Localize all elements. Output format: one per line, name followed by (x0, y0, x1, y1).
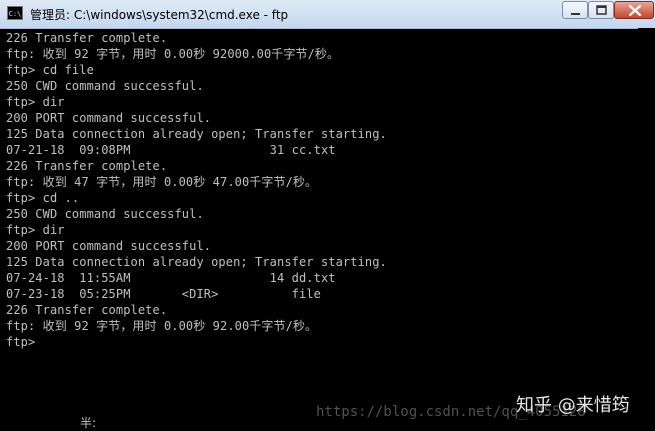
console-line: 200 PORT command successful. (6, 111, 212, 125)
console-line: 07-21-18 09:08PM 31 cc.txt (6, 143, 336, 157)
console-line: 200 PORT command successful. (6, 239, 212, 253)
close-icon (628, 4, 642, 17)
console-line: ftp> cd .. (6, 191, 80, 205)
console-line: 250 CWD command successful. (6, 207, 204, 221)
console-line: ftp: 收到 47 字节，用时 0.00秒 47.00千字节/秒。 (6, 175, 318, 189)
console-line: 250 CWD command successful. (6, 79, 204, 93)
console-line: ftp> dir (6, 95, 65, 109)
window-title: 管理员: C:\windows\system32\cmd.exe - ftp (30, 8, 289, 22)
cmd-icon[interactable]: C:\ (7, 6, 23, 20)
console-line: ftp: 收到 92 字节，用时 0.00秒 92000.00千字节/秒。 (6, 47, 340, 61)
ime-status: 半: (80, 416, 97, 430)
console-line: ftp: 收到 92 字节，用时 0.00秒 92.00千字节/秒。 (6, 319, 318, 333)
console-line: 226 Transfer complete. (6, 303, 168, 317)
cmd-window: C:\ 管理员: C:\windows\system32\cmd.exe - f… (0, 0, 655, 431)
minimize-button[interactable] (562, 1, 588, 19)
maximize-icon (596, 5, 607, 15)
watermark-brand: 知乎 @来惜筠 (516, 395, 630, 416)
console-line: ftp> dir (6, 223, 65, 237)
console-line: 226 Transfer complete. (6, 31, 168, 45)
console-line: 07-23-18 05:25PM <DIR> file (6, 287, 321, 301)
console-line: 226 Transfer complete. (6, 159, 168, 173)
console-line: 07-24-18 11:55AM 14 dd.txt (6, 271, 336, 285)
minimize-icon (571, 13, 580, 15)
console-line: 125 Data connection already open; Transf… (6, 127, 387, 141)
maximize-button[interactable] (588, 1, 614, 19)
console-output[interactable]: 226 Transfer complete. ftp: 收到 92 字节，用时 … (0, 28, 638, 431)
console-prompt: ftp> (6, 335, 36, 349)
title-bar[interactable]: C:\ 管理员: C:\windows\system32\cmd.exe - f… (0, 0, 655, 29)
console-scrollbar[interactable] (638, 28, 655, 431)
console-line: ftp> cd file (6, 63, 94, 77)
console-line: 125 Data connection already open; Transf… (6, 255, 387, 269)
close-button[interactable] (614, 1, 654, 19)
